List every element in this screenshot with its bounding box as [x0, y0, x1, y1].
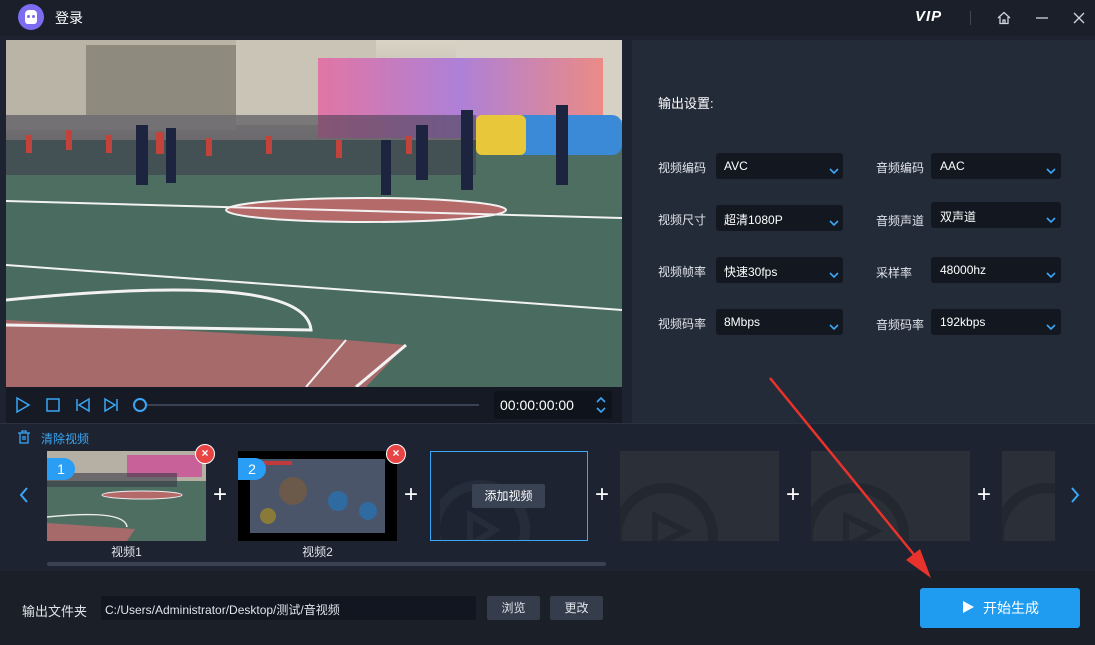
audio-channel-value: 双声道 — [940, 210, 977, 224]
strip-scrollbar[interactable] — [47, 562, 606, 566]
video-size-label: 视频尺寸 — [658, 213, 707, 227]
timeline-knob[interactable] — [133, 398, 147, 412]
clip-index-badge: 1 — [47, 458, 75, 480]
minimize-icon[interactable] — [1032, 8, 1052, 28]
output-path-value: C:/Users/Administrator/Desktop/测试/音视频 — [105, 603, 340, 617]
start-generate-button[interactable]: 开始生成 — [920, 588, 1080, 628]
start-generate-label: 开始生成 — [983, 600, 1039, 616]
playback-timeline[interactable] — [139, 404, 479, 406]
empty-clip-slot[interactable] — [620, 451, 779, 541]
play-icon[interactable] — [14, 396, 32, 414]
audio-codec-value: AAC — [940, 159, 965, 173]
clip-label: 视频2 — [302, 545, 333, 559]
video-framerate-label: 视频帧率 — [658, 265, 707, 279]
chevron-right-icon[interactable] — [1069, 485, 1081, 511]
clear-videos-button[interactable]: 清除视频 — [41, 430, 89, 447]
chevron-down-icon[interactable] — [1046, 266, 1056, 279]
divider — [970, 11, 971, 25]
audio-bitrate-label: 音频码率 — [876, 318, 925, 332]
video-preview[interactable] — [6, 40, 622, 387]
chevron-left-icon[interactable] — [18, 485, 30, 511]
vip-button[interactable]: VIP — [915, 8, 942, 25]
chevron-down-icon[interactable] — [829, 266, 839, 279]
time-value: 00:00:00:00 — [500, 397, 574, 413]
delete-clip-icon[interactable]: × — [195, 444, 215, 464]
chevron-down-icon[interactable] — [829, 318, 839, 331]
video-bitrate-label: 视频码率 — [658, 317, 707, 331]
app-logo-icon — [18, 4, 44, 30]
add-video-button[interactable]: 添加视频 — [472, 484, 545, 508]
sample-rate-value: 48000hz — [940, 263, 987, 277]
audio-codec-label: 音频编码 — [876, 161, 925, 175]
empty-clip-slot[interactable] — [811, 451, 970, 541]
video-size-value: 超清1080P — [724, 213, 783, 227]
change-button[interactable]: 更改 — [550, 596, 603, 620]
settings-title: 输出设置: — [658, 96, 714, 111]
trash-icon[interactable] — [16, 429, 32, 445]
chevron-down-icon[interactable] — [829, 214, 839, 227]
video-framerate-value: 快速30fps — [724, 265, 778, 279]
insert-plus-icon[interactable]: + — [977, 481, 991, 509]
insert-plus-icon[interactable]: + — [595, 481, 609, 509]
sample-rate-label: 采样率 — [876, 266, 913, 280]
chevron-down-icon[interactable] — [1046, 162, 1056, 175]
insert-plus-icon[interactable]: + — [404, 481, 418, 509]
video-codec-value: AVC — [724, 159, 748, 173]
clip-index-badge: 2 — [238, 458, 266, 480]
empty-clip-slot[interactable] — [1002, 451, 1055, 541]
output-folder-label: 输出文件夹 — [22, 604, 88, 619]
browse-button[interactable]: 浏览 — [487, 596, 540, 620]
video-codec-label: 视频编码 — [658, 161, 707, 175]
insert-plus-icon[interactable]: + — [213, 481, 227, 509]
next-frame-icon[interactable] — [102, 396, 120, 414]
audio-channel-label: 音频声道 — [876, 214, 925, 228]
prev-frame-icon[interactable] — [74, 396, 92, 414]
insert-plus-icon[interactable]: + — [786, 481, 800, 509]
stop-icon[interactable] — [44, 396, 62, 414]
home-icon[interactable] — [994, 8, 1014, 28]
chevron-down-icon[interactable] — [1046, 211, 1056, 224]
chevron-down-icon[interactable] — [1046, 318, 1056, 331]
play-icon — [961, 600, 975, 617]
clip-label: 视频1 — [111, 545, 142, 559]
video-bitrate-value: 8Mbps — [724, 315, 761, 329]
close-icon[interactable] — [1069, 8, 1089, 28]
delete-clip-icon[interactable]: × — [386, 444, 406, 464]
chevron-down-icon[interactable] — [829, 162, 839, 175]
login-link[interactable]: 登录 — [55, 8, 83, 28]
time-spinner-icon[interactable] — [595, 395, 607, 415]
audio-bitrate-value: 192kbps — [940, 315, 986, 329]
